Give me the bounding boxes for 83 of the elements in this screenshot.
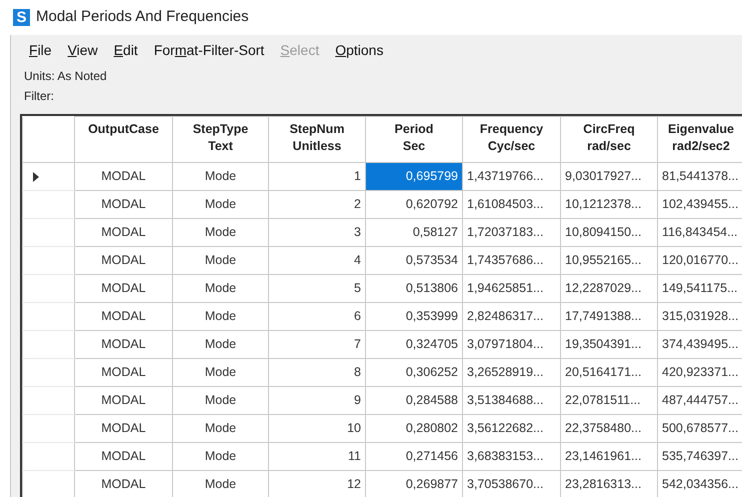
table-cell[interactable]: Mode — [172, 386, 268, 414]
table-cell[interactable]: 0,280802 — [366, 414, 462, 442]
table-cell[interactable]: 2 — [268, 190, 366, 218]
table-cell[interactable]: MODAL — [74, 246, 172, 274]
table-cell[interactable]: 12,2287029... — [560, 274, 658, 302]
table-cell[interactable]: Mode — [172, 358, 268, 386]
table-cell[interactable]: 0,353999 — [366, 302, 462, 330]
table-cell[interactable]: 22,0781511... — [560, 386, 658, 414]
table-cell[interactable]: 11 — [268, 442, 366, 470]
table-cell[interactable]: 3,51384688... — [462, 386, 560, 414]
menu-item[interactable]: File — [21, 37, 60, 64]
table-cell[interactable]: 8 — [268, 358, 366, 386]
table-cell[interactable]: 0,271456 — [366, 442, 462, 470]
table-cell[interactable]: 1,43719766... — [462, 162, 560, 190]
table-cell[interactable]: 9,03017927... — [560, 162, 658, 190]
table-cell[interactable]: MODAL — [74, 218, 172, 246]
table-cell[interactable]: Mode — [172, 442, 268, 470]
table-cell[interactable]: Mode — [172, 330, 268, 358]
column-header[interactable]: OutputCase — [74, 116, 172, 162]
column-header[interactable]: StepNum Unitless — [268, 116, 366, 162]
row-pointer-icon — [33, 172, 39, 182]
table-cell[interactable]: MODAL — [74, 386, 172, 414]
table-cell[interactable]: Mode — [172, 162, 268, 190]
window-title: Modal Periods And Frequencies — [36, 7, 249, 28]
table-cell[interactable]: 19,3504391... — [560, 330, 658, 358]
table-cell[interactable]: MODAL — [74, 274, 172, 302]
filter-label: Filter: — [23, 88, 55, 105]
table-cell[interactable]: 0,695799 — [366, 162, 462, 190]
table-cell[interactable]: 1,74357686... — [462, 246, 560, 274]
table-cell[interactable]: 3,56122682... — [462, 414, 560, 442]
table-cell[interactable]: 10,9552165... — [560, 246, 658, 274]
table-cell[interactable]: 5 — [268, 274, 366, 302]
table-cell[interactable]: 0,58127 — [366, 218, 462, 246]
table-cell[interactable]: 0,324705 — [366, 330, 462, 358]
units-label: Units: As Noted — [23, 68, 108, 85]
table-cell[interactable]: 4 — [268, 246, 366, 274]
table-cell[interactable]: 7 — [268, 330, 366, 358]
table-cell[interactable]: 10 — [268, 414, 366, 442]
table-cell[interactable]: MODAL — [74, 330, 172, 358]
table-cell[interactable]: 2,82486317... — [462, 302, 560, 330]
table-cell[interactable]: Mode — [172, 218, 268, 246]
table-cell[interactable]: 6 — [268, 302, 366, 330]
table-cell[interactable]: 20,5164171... — [560, 358, 658, 386]
table-cell[interactable]: MODAL — [74, 190, 172, 218]
table-cell[interactable]: Mode — [172, 190, 268, 218]
table-cell[interactable]: 9 — [268, 386, 366, 414]
menu-item[interactable]: View — [60, 37, 106, 64]
menu-item[interactable]: Format-Filter-Sort — [146, 37, 272, 64]
table-cell[interactable]: 1,61084503... — [462, 190, 560, 218]
row-selector[interactable] — [22, 162, 74, 190]
table-cell[interactable]: 0,513806 — [366, 274, 462, 302]
table-cell[interactable]: 0,620792 — [366, 190, 462, 218]
table-cell[interactable]: 22,3758480... — [560, 414, 658, 442]
table-cell[interactable]: 3,07971804... — [462, 330, 560, 358]
table-cell[interactable]: Mode — [172, 246, 268, 274]
table-cell[interactable]: MODAL — [74, 358, 172, 386]
table-cell[interactable]: 10,1212378... — [560, 190, 658, 218]
table-cell[interactable]: 3,26528919... — [462, 358, 560, 386]
table-cell[interactable]: 0,284588 — [366, 386, 462, 414]
table-cell[interactable]: 1 — [268, 162, 366, 190]
table-cell[interactable]: 1,72037183... — [462, 218, 560, 246]
table-cell[interactable]: 23,1461961... — [560, 442, 658, 470]
table-cell[interactable]: Mode — [172, 414, 268, 442]
app-icon: S — [13, 9, 30, 26]
table-cell[interactable]: MODAL — [74, 302, 172, 330]
table-cell[interactable]: 10,8094150... — [560, 218, 658, 246]
table-cell[interactable]: MODAL — [74, 414, 172, 442]
table-cell[interactable]: Mode — [172, 302, 268, 330]
table-cell[interactable]: Mode — [172, 274, 268, 302]
table-cell[interactable]: 0,573534 — [366, 246, 462, 274]
table-cell[interactable]: 1,94625851... — [462, 274, 560, 302]
table-cell[interactable]: MODAL — [74, 442, 172, 470]
column-header[interactable]: Frequency Cyc/sec — [462, 116, 560, 162]
table-cell[interactable]: 17,7491388... — [560, 302, 658, 330]
column-header[interactable]: CircFreq rad/sec — [560, 116, 658, 162]
column-header[interactable]: StepType Text — [172, 116, 268, 162]
menu-item[interactable]: Options — [327, 37, 392, 64]
column-header[interactable]: Eigenvalue rad2/sec2 — [658, 116, 742, 162]
table-cell[interactable]: 0,306252 — [366, 358, 462, 386]
table-cell[interactable]: MODAL — [74, 162, 172, 190]
menu-item[interactable]: Edit — [106, 37, 146, 64]
table-cell[interactable]: 3 — [268, 218, 366, 246]
table-cell[interactable]: 3,68383153... — [462, 442, 560, 470]
